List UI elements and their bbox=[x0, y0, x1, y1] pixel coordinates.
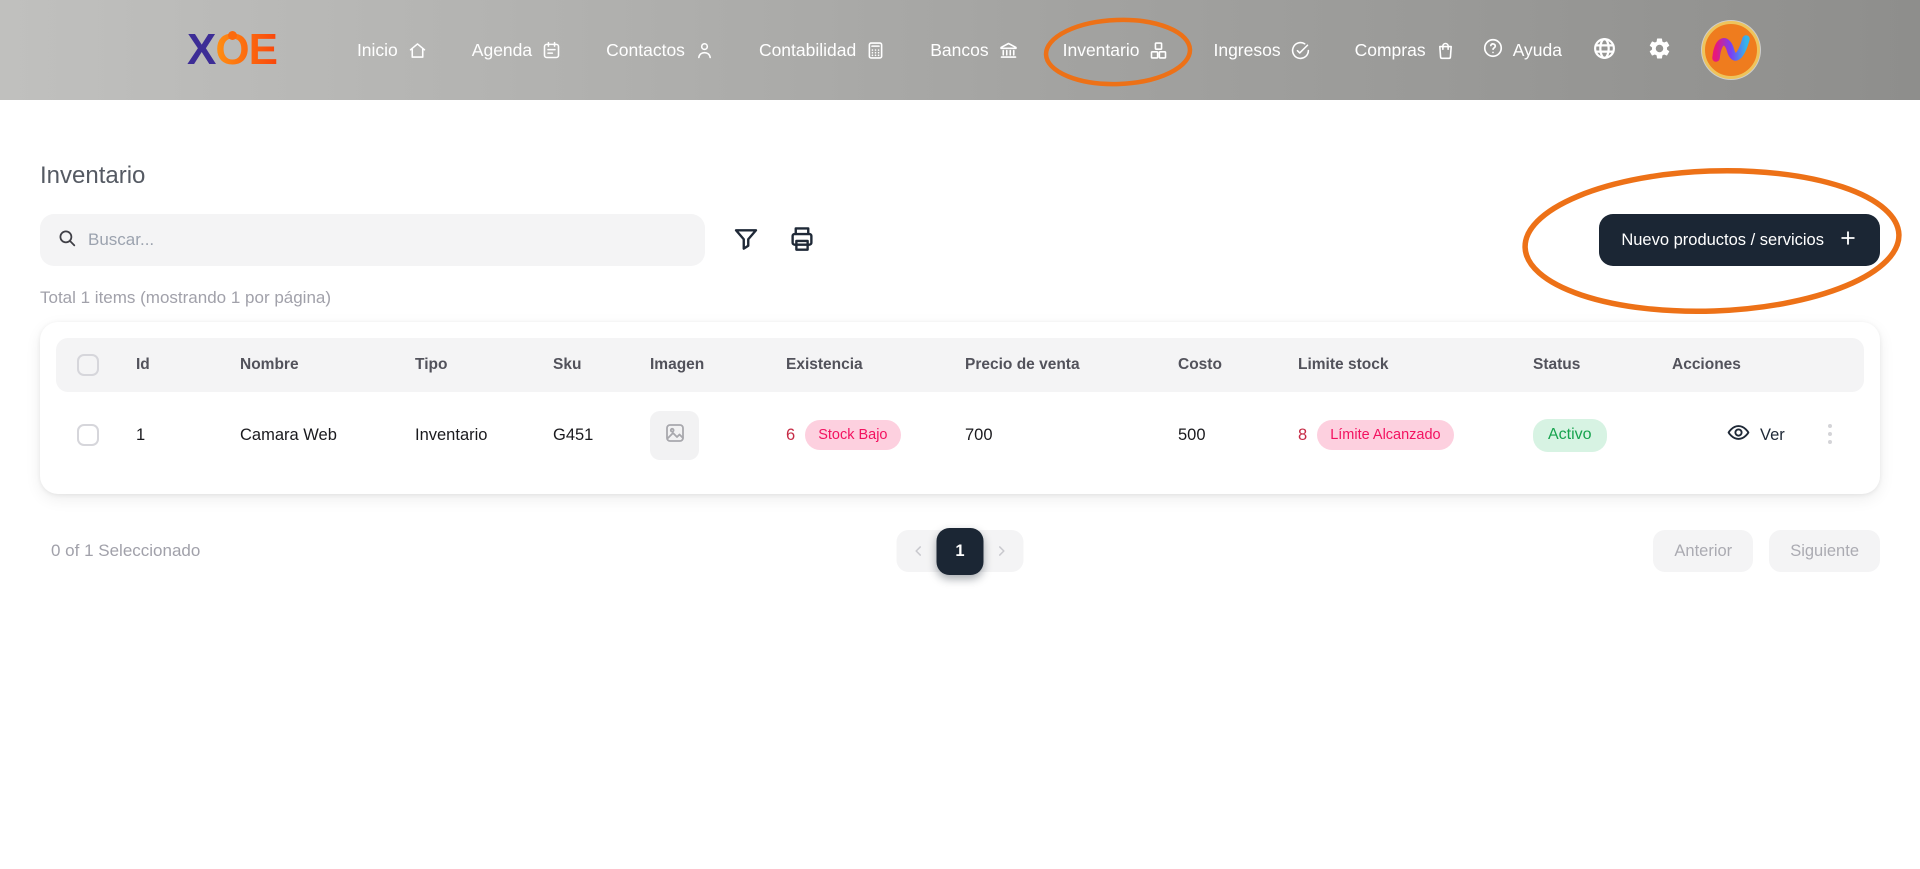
nav-item-contactos[interactable]: Contactos bbox=[606, 40, 715, 61]
nav-item-agenda[interactable]: Agenda bbox=[472, 40, 562, 61]
kebab-icon bbox=[1821, 421, 1839, 450]
logo-letters-oe: OE bbox=[215, 25, 277, 74]
next-button[interactable]: Siguiente bbox=[1769, 530, 1880, 572]
home-icon bbox=[407, 40, 428, 61]
chevron-left-icon[interactable] bbox=[903, 544, 935, 558]
eye-icon bbox=[1726, 420, 1751, 450]
page-title: Inventario bbox=[40, 162, 1880, 190]
nav-item-contabilidad[interactable]: Contabilidad bbox=[759, 40, 886, 61]
column-header-costo[interactable]: Costo bbox=[1162, 356, 1282, 374]
nav-right-cluster: Ayuda bbox=[1482, 21, 1760, 79]
column-header-status[interactable]: Status bbox=[1517, 356, 1656, 374]
calendar-icon bbox=[541, 40, 562, 61]
print-button[interactable] bbox=[787, 224, 817, 257]
table-row: 1 Camara Web Inventario G451 6 Stock Baj… bbox=[56, 392, 1864, 478]
nav-item-label: Inicio bbox=[357, 40, 398, 61]
row-checkbox[interactable] bbox=[77, 424, 99, 446]
nav-item-label: Compras bbox=[1355, 40, 1426, 61]
filter-button[interactable] bbox=[731, 224, 761, 257]
items-summary: Total 1 items (mostrando 1 por página) bbox=[40, 288, 1880, 308]
previous-button[interactable]: Anterior bbox=[1653, 530, 1753, 572]
nav-item-label: Agenda bbox=[472, 40, 532, 61]
row-id: 1 bbox=[120, 426, 224, 445]
toolbar: Nuevo productos / servicios bbox=[40, 214, 1880, 266]
nav-item-compras[interactable]: Compras bbox=[1355, 40, 1456, 61]
shopping-bag-icon bbox=[1435, 40, 1456, 61]
main-menu: Inicio Agenda Contactos Contabilidad Ban… bbox=[357, 40, 1456, 61]
nav-item-ingresos[interactable]: Ingresos bbox=[1213, 40, 1310, 61]
nav-item-label: Contactos bbox=[606, 40, 685, 61]
column-header-sku[interactable]: Sku bbox=[537, 356, 634, 374]
help-label: Ayuda bbox=[1513, 40, 1562, 61]
stock-bajo-badge: Stock Bajo bbox=[805, 420, 900, 450]
selected-count: 0 of 1 Seleccionado bbox=[51, 541, 200, 561]
user-avatar[interactable] bbox=[1702, 21, 1760, 79]
gear-icon bbox=[1647, 36, 1672, 64]
search-box bbox=[40, 214, 705, 266]
bank-icon bbox=[998, 40, 1019, 61]
nav-item-label: Ingresos bbox=[1213, 40, 1280, 61]
column-header-precio[interactable]: Precio de venta bbox=[949, 356, 1162, 374]
row-precio-venta: 700 bbox=[949, 426, 1162, 445]
status-badge: Activo bbox=[1533, 419, 1607, 452]
row-sku: G451 bbox=[537, 426, 634, 445]
nav-item-ayuda[interactable]: Ayuda bbox=[1482, 37, 1562, 64]
table-header-row: Id Nombre Tipo Sku Imagen Existencia Pre… bbox=[56, 338, 1864, 392]
column-header-existencia[interactable]: Existencia bbox=[770, 356, 949, 374]
product-image-placeholder[interactable] bbox=[650, 411, 699, 460]
top-nav: XOE Inicio Agenda Contactos Contabilidad… bbox=[0, 0, 1920, 100]
existencia-value: 6 bbox=[786, 426, 795, 445]
boxes-icon bbox=[1148, 40, 1169, 61]
search-input[interactable] bbox=[88, 230, 689, 250]
column-header-id[interactable]: Id bbox=[120, 356, 224, 374]
nav-item-inicio[interactable]: Inicio bbox=[357, 40, 428, 61]
funnel-icon bbox=[731, 224, 761, 257]
image-icon bbox=[663, 421, 687, 450]
globe-icon bbox=[1592, 36, 1617, 64]
check-circle-icon bbox=[1290, 40, 1311, 61]
printer-icon bbox=[787, 224, 817, 257]
nav-item-inventario[interactable]: Inventario bbox=[1063, 40, 1170, 61]
logo-letter-x: X bbox=[187, 25, 215, 74]
avatar-wave-logo bbox=[1705, 23, 1757, 78]
settings-button[interactable] bbox=[1647, 36, 1672, 64]
main-content: Inventario Nuevo productos / servicios T… bbox=[0, 162, 1920, 572]
app-logo[interactable]: XOE bbox=[187, 25, 277, 75]
pagination: 1 bbox=[897, 530, 1024, 572]
nav-item-label: Contabilidad bbox=[759, 40, 856, 61]
logo-dot bbox=[228, 31, 237, 40]
person-icon bbox=[694, 40, 715, 61]
column-header-acciones[interactable]: Acciones bbox=[1656, 356, 1864, 374]
row-menu-button[interactable] bbox=[1821, 421, 1839, 450]
plus-icon bbox=[1838, 228, 1858, 253]
calculator-icon bbox=[865, 40, 886, 61]
new-product-button[interactable]: Nuevo productos / servicios bbox=[1599, 214, 1880, 266]
view-button-label: Ver bbox=[1760, 426, 1785, 445]
column-header-limite[interactable]: Limite stock bbox=[1282, 356, 1517, 374]
inventory-table-card: Id Nombre Tipo Sku Imagen Existencia Pre… bbox=[40, 322, 1880, 494]
nav-item-label: Bancos bbox=[930, 40, 988, 61]
nav-item-bancos[interactable]: Bancos bbox=[930, 40, 1018, 61]
column-header-imagen[interactable]: Imagen bbox=[634, 356, 770, 374]
question-circle-icon bbox=[1482, 37, 1504, 64]
page-number-button[interactable]: 1 bbox=[937, 528, 984, 575]
nav-item-label: Inventario bbox=[1063, 40, 1140, 61]
search-icon bbox=[56, 227, 78, 254]
chevron-right-icon[interactable] bbox=[986, 544, 1018, 558]
select-all-checkbox[interactable] bbox=[77, 354, 99, 376]
row-nombre: Camara Web bbox=[224, 426, 399, 445]
row-tipo: Inventario bbox=[399, 426, 537, 445]
table-footer: 0 of 1 Seleccionado 1 Anterior Siguiente bbox=[40, 530, 1880, 572]
limite-stock-value: 8 bbox=[1298, 426, 1307, 445]
view-button[interactable]: Ver bbox=[1726, 420, 1785, 450]
new-product-button-label: Nuevo productos / servicios bbox=[1621, 231, 1824, 250]
column-header-tipo[interactable]: Tipo bbox=[399, 356, 537, 374]
limite-alcanzado-badge: Límite Alcanzado bbox=[1317, 420, 1453, 450]
row-costo: 500 bbox=[1162, 426, 1282, 445]
column-header-nombre[interactable]: Nombre bbox=[224, 356, 399, 374]
language-globe-button[interactable] bbox=[1592, 36, 1617, 64]
